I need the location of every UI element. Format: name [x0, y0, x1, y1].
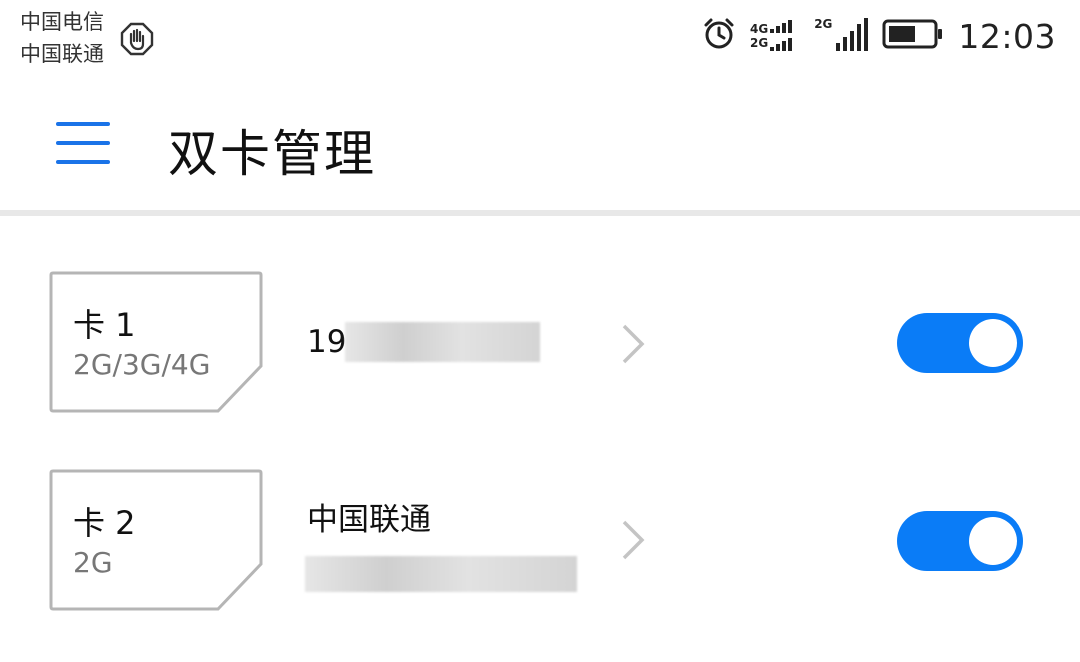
signal-icon: [834, 17, 869, 55]
status-bar: 中国电信 中国联通 4G 2G 2G 12:03: [0, 0, 1080, 76]
redacted-number: [305, 556, 577, 592]
sim-row-2[interactable]: 卡 2 2G 中国联通: [0, 468, 1080, 618]
menu-button[interactable]: [56, 122, 112, 166]
sim-card-icon: 卡 1 2G/3G/4G: [48, 270, 264, 414]
sim-row-1[interactable]: 卡 1 2G/3G/4G 19: [0, 270, 1080, 420]
app-bar: 双卡管理: [0, 76, 1080, 210]
toggle-knob: [969, 517, 1017, 565]
sim-name: 卡 2: [73, 504, 136, 542]
sim1-signal: 4G 2G: [750, 17, 800, 55]
carrier-name: 中国联通: [307, 502, 431, 538]
carrier-2-label: 中国联通: [20, 42, 104, 66]
sim-name: 卡 1: [73, 306, 136, 344]
carrier-1-label: 中国电信: [20, 10, 104, 34]
phone-number: 19: [307, 324, 347, 360]
toggle-knob: [969, 319, 1017, 367]
hand-stop-icon: [120, 22, 154, 60]
sim-card-icon: 卡 2 2G: [48, 468, 264, 612]
sim-network-type: 2G/3G/4G: [73, 348, 211, 381]
network-type-label: 4G: [749, 22, 769, 36]
sim-2-toggle[interactable]: [897, 511, 1023, 571]
network-type-label: 2G: [749, 36, 769, 50]
battery-icon: [882, 18, 944, 54]
chevron-right-icon: [618, 518, 648, 562]
carrier-labels: 中国电信 中国联通: [20, 6, 104, 70]
sim-network-type: 2G: [73, 546, 113, 579]
menu-icon: [56, 122, 110, 126]
redacted-number: [345, 322, 540, 362]
clock-time: 12:03: [958, 16, 1056, 56]
chevron-right-icon: [618, 322, 648, 366]
page-title: 双卡管理: [168, 125, 376, 183]
sim-1-toggle[interactable]: [897, 313, 1023, 373]
divider: [0, 210, 1080, 216]
status-icons: 4G 2G 2G 12:03: [702, 14, 1056, 58]
sim2-signal: 2G: [814, 17, 869, 55]
signal-icon: [770, 17, 800, 55]
alarm-icon: [702, 17, 736, 55]
network-type-label: 2G: [814, 17, 833, 31]
